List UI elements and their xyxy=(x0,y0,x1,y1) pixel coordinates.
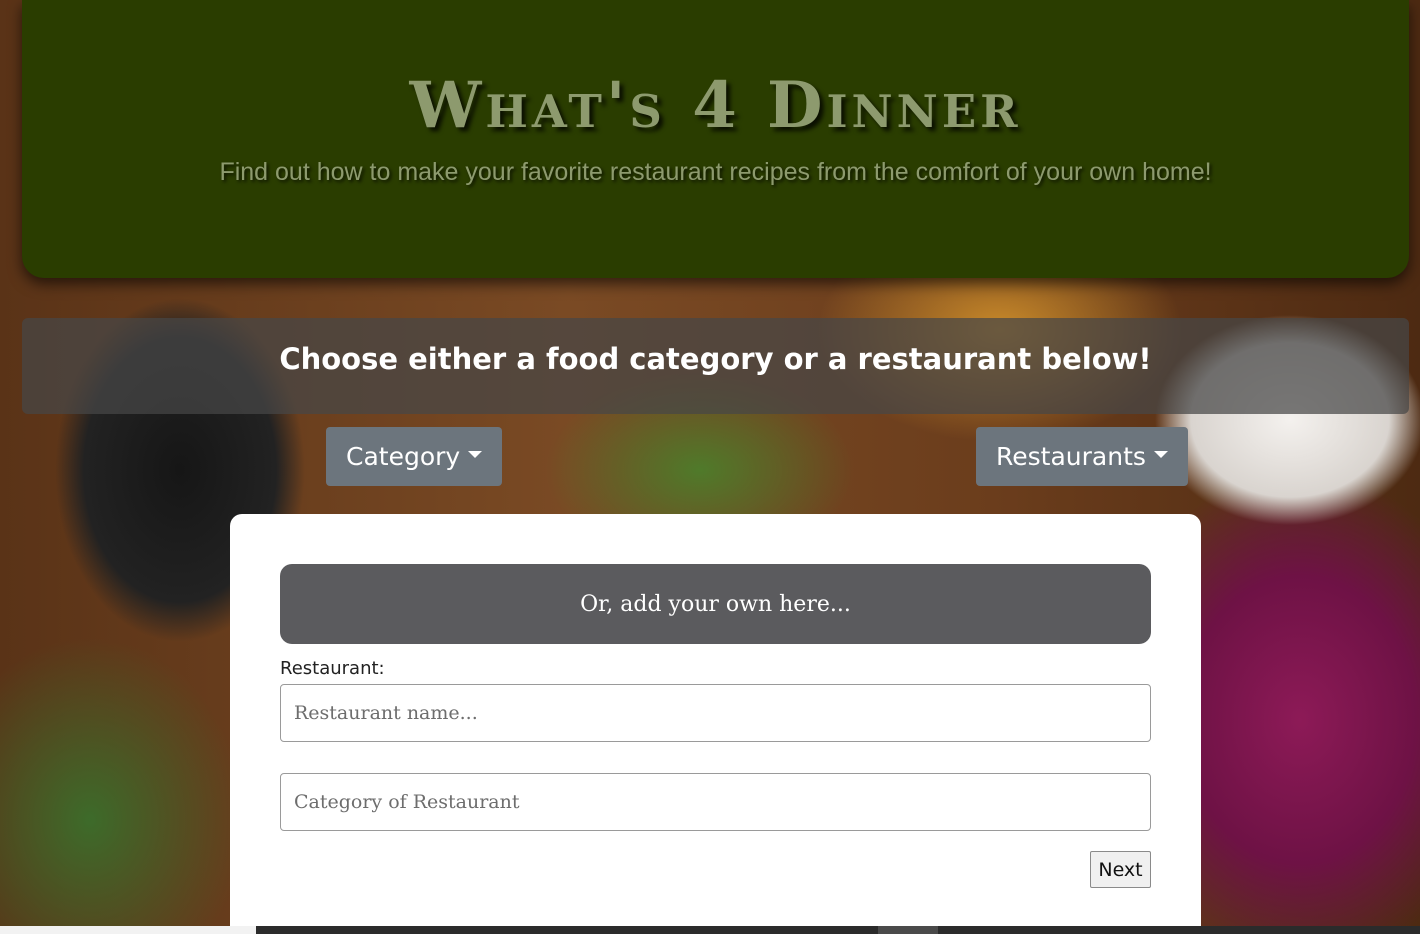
horizontal-scrollbar[interactable] xyxy=(256,926,1420,934)
category-dropdown-button[interactable]: Category xyxy=(326,427,503,486)
site-title: What's 4 Dinner xyxy=(409,68,1022,143)
instruction-bar: Choose either a food category or a resta… xyxy=(22,318,1409,414)
page-bottom-edge xyxy=(0,926,256,934)
add-own-banner-text: Or, add your own here... xyxy=(580,591,851,617)
add-restaurant-card: Or, add your own here... Restaurant: Nex… xyxy=(230,514,1201,934)
add-own-banner: Or, add your own here... xyxy=(280,564,1151,644)
next-button[interactable]: Next xyxy=(1090,851,1151,888)
restaurant-label: Restaurant: xyxy=(280,658,385,679)
instruction-text: Choose either a food category or a resta… xyxy=(279,342,1152,376)
scrollbar-thumb[interactable] xyxy=(878,926,938,934)
restaurant-name-input[interactable] xyxy=(280,684,1151,742)
restaurants-dropdown-label: Restaurants xyxy=(996,442,1146,471)
caret-down-icon xyxy=(1153,451,1168,458)
category-dropdown-label: Category xyxy=(346,442,461,471)
caret-down-icon xyxy=(468,451,483,458)
site-tagline: Find out how to make your favorite resta… xyxy=(219,158,1212,186)
restaurants-dropdown-button[interactable]: Restaurants xyxy=(976,427,1188,486)
site-header: What's 4 Dinner Find out how to make you… xyxy=(22,0,1409,278)
restaurant-category-input[interactable] xyxy=(280,773,1151,831)
